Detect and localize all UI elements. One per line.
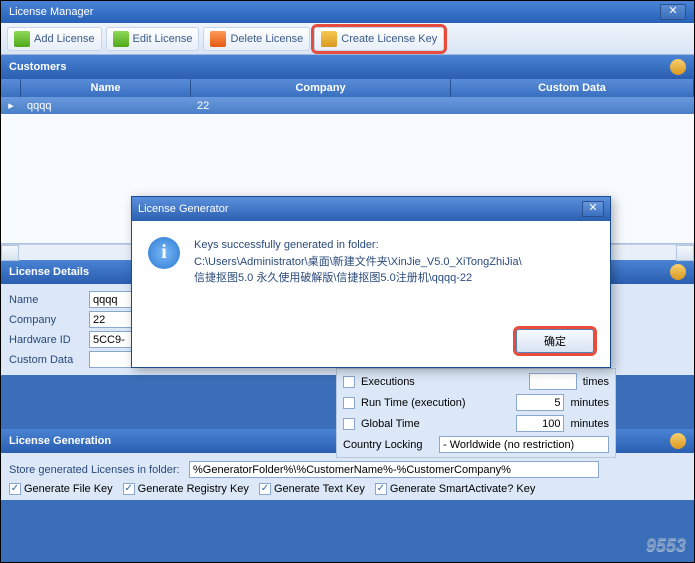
window-titlebar: License Manager ✕ bbox=[1, 1, 694, 23]
executions-checkbox[interactable] bbox=[343, 376, 355, 388]
message-line-1: Keys successfully generated in folder: bbox=[194, 237, 522, 254]
globaltime-checkbox[interactable] bbox=[343, 418, 355, 430]
generate-registry-key-option[interactable]: ✓Generate Registry Key bbox=[123, 483, 249, 495]
dialog-message: Keys successfully generated in folder: C… bbox=[194, 237, 522, 287]
company-col[interactable]: Company bbox=[191, 79, 451, 97]
runtime-label: Run Time (execution) bbox=[361, 397, 510, 409]
checkbox-checked-icon: ✓ bbox=[375, 483, 387, 495]
country-select[interactable] bbox=[439, 436, 609, 453]
license-generator-dialog: License Generator ✕ i Keys successfully … bbox=[131, 196, 611, 368]
globaltime-input[interactable] bbox=[516, 415, 564, 432]
executions-unit: times bbox=[583, 376, 609, 388]
edit-license-button[interactable]: Edit License bbox=[106, 27, 200, 51]
company-label: Company bbox=[9, 314, 89, 326]
delete-icon bbox=[210, 31, 226, 47]
executions-label: Executions bbox=[361, 376, 523, 388]
delete-license-label: Delete License bbox=[230, 33, 303, 45]
message-line-3: 信捷抠图5.0 永久使用破解版\信捷抠图5.0注册机\qqqq-22 bbox=[194, 270, 522, 287]
window-title: License Manager bbox=[9, 6, 93, 18]
row-marker-col bbox=[1, 79, 21, 97]
generate-smartactivate-key-option[interactable]: ✓Generate SmartActivate? Key bbox=[375, 483, 536, 495]
generate-text-key-option[interactable]: ✓Generate Text Key bbox=[259, 483, 365, 495]
runtime-checkbox[interactable] bbox=[343, 397, 355, 409]
dialog-title: License Generator bbox=[138, 203, 229, 215]
details-icon bbox=[670, 264, 686, 280]
customdata-col[interactable]: Custom Data bbox=[451, 79, 694, 97]
limits-panel: Executions times Run Time (execution) minu… bbox=[336, 368, 616, 458]
country-label: Country Locking bbox=[343, 439, 433, 451]
edit-icon bbox=[113, 31, 129, 47]
details-title: License Details bbox=[9, 266, 89, 278]
watermark: 9553 bbox=[646, 535, 686, 556]
globaltime-unit: minutes bbox=[570, 418, 609, 430]
edit-license-label: Edit License bbox=[133, 33, 193, 45]
runtime-unit: minutes bbox=[570, 397, 609, 409]
add-license-button[interactable]: Add License bbox=[7, 27, 102, 51]
key-icon bbox=[321, 31, 337, 47]
delete-license-button[interactable]: Delete License bbox=[203, 27, 310, 51]
main-toolbar: Add License Edit License Delete License … bbox=[1, 23, 694, 55]
store-folder-label: Store generated Licenses in folder: bbox=[9, 464, 189, 476]
create-license-key-button[interactable]: Create License Key bbox=[314, 27, 444, 51]
name-col[interactable]: Name bbox=[21, 79, 191, 97]
dialog-close-button[interactable]: ✕ bbox=[582, 201, 604, 217]
generation-icon bbox=[670, 433, 686, 449]
info-icon: i bbox=[148, 237, 180, 269]
create-key-label: Create License Key bbox=[341, 33, 437, 45]
generation-title: License Generation bbox=[9, 435, 111, 447]
message-line-2: C:\Users\Administrator\桌面\新建文件夹\XinJie_V… bbox=[194, 254, 522, 271]
customers-header: Customers bbox=[1, 55, 694, 79]
cell-company: 22 bbox=[191, 100, 451, 112]
executions-input[interactable] bbox=[529, 373, 577, 390]
row-indicator-icon: ▸ bbox=[1, 99, 21, 112]
checkbox-checked-icon: ✓ bbox=[123, 483, 135, 495]
store-folder-field[interactable] bbox=[189, 461, 599, 478]
name-label: Name bbox=[9, 294, 89, 306]
table-row[interactable]: ▸ qqqq 22 bbox=[1, 97, 694, 114]
cell-name: qqqq bbox=[21, 100, 191, 112]
customers-grid-header: Name Company Custom Data bbox=[1, 79, 694, 97]
globaltime-label: Global Time bbox=[361, 418, 510, 430]
checkbox-checked-icon: ✓ bbox=[259, 483, 271, 495]
hwid-label: Hardware ID bbox=[9, 334, 89, 346]
add-icon bbox=[14, 31, 30, 47]
generate-file-key-option[interactable]: ✓Generate File Key bbox=[9, 483, 113, 495]
customers-icon bbox=[670, 59, 686, 75]
add-license-label: Add License bbox=[34, 33, 95, 45]
generation-panel: Store generated Licenses in folder: ✓Gen… bbox=[1, 453, 694, 500]
runtime-input[interactable] bbox=[516, 394, 564, 411]
checkbox-checked-icon: ✓ bbox=[9, 483, 21, 495]
ok-button[interactable]: 确定 bbox=[516, 329, 594, 353]
customdata-label: Custom Data bbox=[9, 354, 89, 366]
customers-title: Customers bbox=[9, 61, 66, 73]
window-close-button[interactable]: ✕ bbox=[660, 4, 686, 20]
dialog-titlebar: License Generator ✕ bbox=[132, 197, 610, 221]
